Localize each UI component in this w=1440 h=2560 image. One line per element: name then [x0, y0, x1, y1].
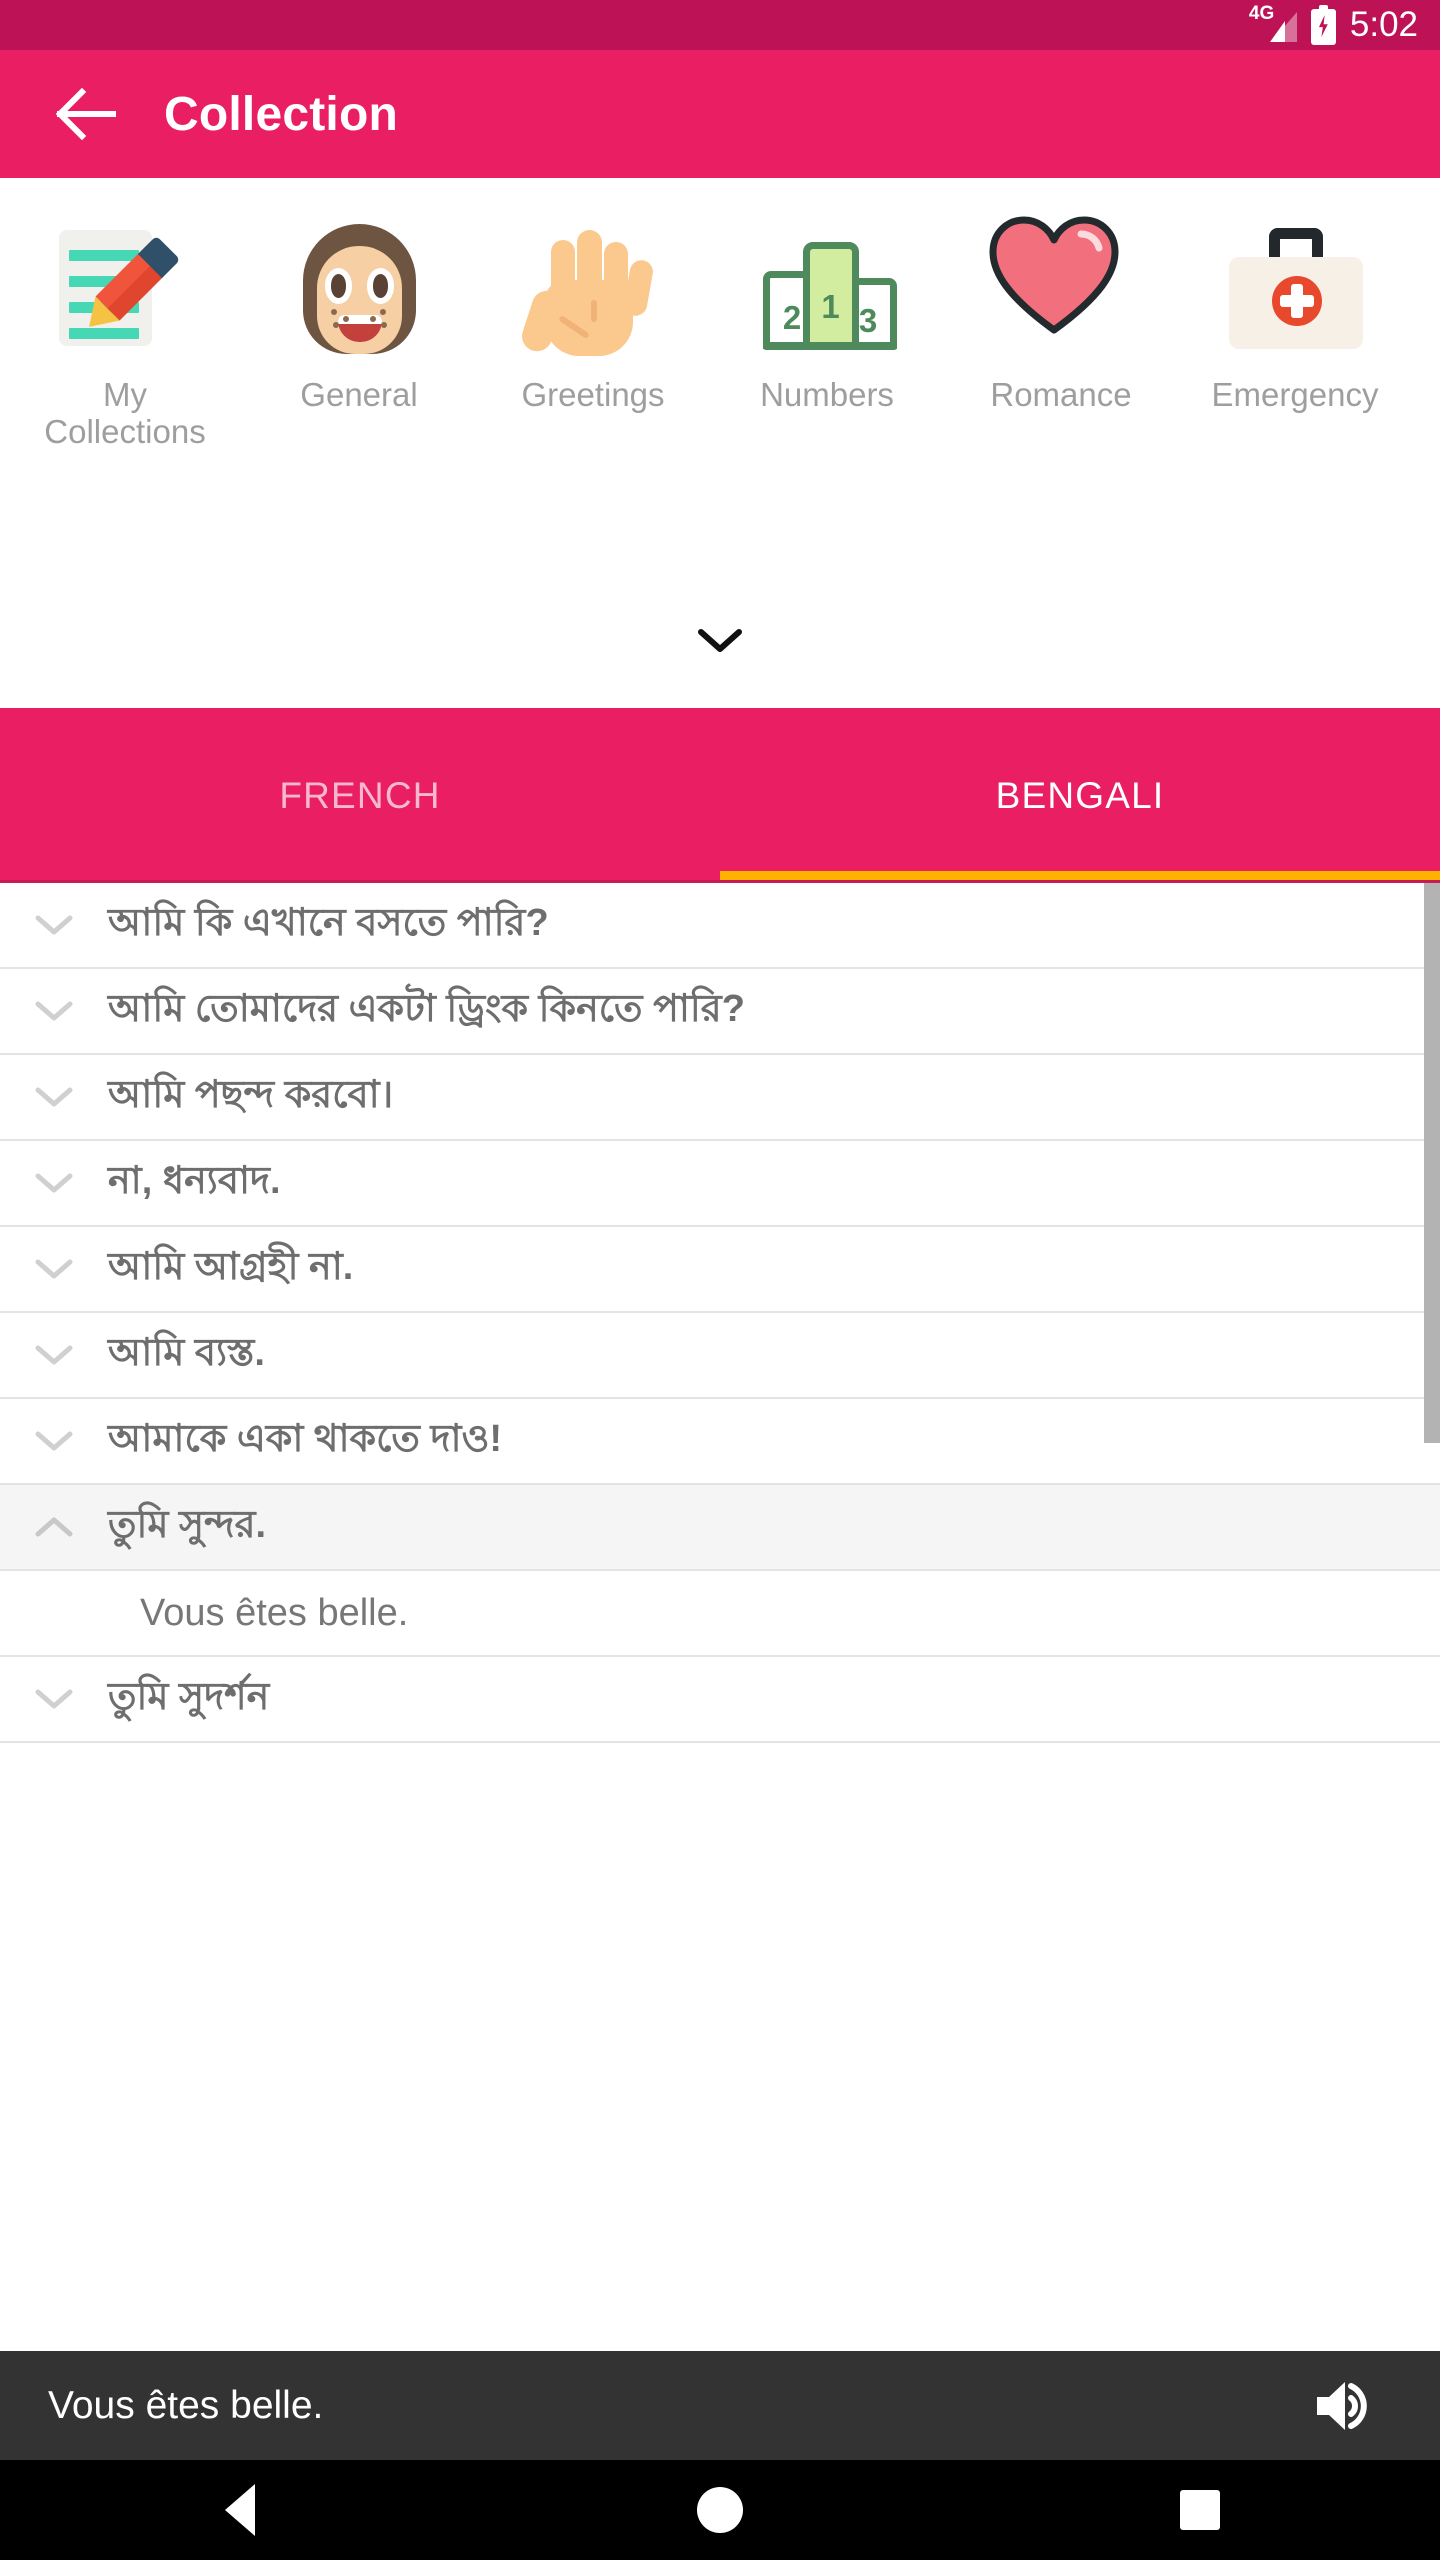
- phrase-text: আমি ব্যস্ত.: [108, 1332, 265, 1374]
- phrase-row[interactable]: আমি আগ্রহী না.: [0, 1227, 1440, 1313]
- phrase-text: আমি তোমাদের একটা ড্রিংক কিনতে পারি?: [108, 988, 745, 1030]
- chevron-down-icon: [698, 629, 742, 652]
- nav-recent-button[interactable]: [960, 2490, 1440, 2530]
- android-nav-bar: [0, 2460, 1440, 2560]
- playback-bar: Vous êtes belle.: [0, 2351, 1440, 2460]
- phrase-row[interactable]: আমি পছন্দ করবো।: [0, 1055, 1440, 1141]
- chevron-down-icon: [35, 1173, 73, 1193]
- category-strip: My Collections General Greetings 2 3 1 N…: [0, 178, 1440, 708]
- person-face-icon: [287, 216, 432, 361]
- status-bar: 4G 5:02: [0, 0, 1440, 50]
- phrase-text: আমাকে একা থাকতে দাও!: [108, 1418, 503, 1460]
- signal-bars-icon: 4G: [1249, 4, 1297, 44]
- expand-categories-button[interactable]: [0, 626, 1440, 654]
- category-label: Romance: [990, 376, 1132, 413]
- category-label: Emergency: [1211, 376, 1379, 413]
- app-screen: 4G 5:02 Collection My Collections Genera…: [0, 0, 1440, 2560]
- volume-up-icon: [1317, 2381, 1367, 2430]
- status-bar-clock: 5:02: [1349, 5, 1418, 44]
- tab-bengali[interactable]: BENGALI: [720, 708, 1440, 883]
- category-item-numbers[interactable]: 2 3 1 Numbers: [710, 178, 944, 414]
- category-item-emergency[interactable]: Emergency: [1178, 178, 1412, 414]
- waving-hand-icon: [517, 216, 666, 361]
- category-item-general[interactable]: General: [242, 178, 476, 414]
- chevron-down-icon: [35, 1259, 73, 1279]
- translation-text: Vous êtes belle.: [140, 1591, 409, 1634]
- chevron-down-icon: [35, 1001, 73, 1021]
- phrase-row[interactable]: আমি কি এখানে বসতে পারি?: [0, 883, 1440, 969]
- speak-button[interactable]: [1302, 2361, 1392, 2451]
- collapse-row-button[interactable]: [0, 1515, 108, 1539]
- chevron-down-icon: [35, 1431, 73, 1451]
- tab-active-indicator: [720, 871, 1440, 880]
- expand-row-button[interactable]: [0, 1429, 108, 1453]
- phrase-translation-row[interactable]: Vous êtes belle.: [0, 1571, 1440, 1657]
- status-bar-right: 4G 5:02: [1249, 4, 1418, 45]
- phrase-list[interactable]: আমি কি এখানে বসতে পারি? আমি তোমাদের একটা…: [0, 883, 1440, 2351]
- category-label: My Collections: [44, 376, 206, 450]
- first-aid-kit-icon: [1223, 216, 1368, 361]
- nav-back-button[interactable]: [0, 2484, 480, 2536]
- category-item-romance[interactable]: Romance: [944, 178, 1178, 414]
- phrase-row[interactable]: আমি তোমাদের একটা ড্রিংক কিনতে পারি?: [0, 969, 1440, 1055]
- nav-back-triangle-icon: [225, 2484, 255, 2536]
- expand-row-button[interactable]: [0, 1085, 108, 1109]
- playback-text: Vous êtes belle.: [48, 2383, 324, 2427]
- nav-recent-square-icon: [1180, 2490, 1220, 2530]
- phrase-text: আমি আগ্রহী না.: [108, 1246, 354, 1288]
- expand-row-button[interactable]: [0, 1343, 108, 1367]
- notes-pencil-icon: [53, 216, 198, 361]
- phrase-row[interactable]: আমি ব্যস্ত.: [0, 1313, 1440, 1399]
- phrase-text: তুমি সুদর্শন: [108, 1676, 270, 1718]
- expand-row-button[interactable]: [0, 999, 108, 1023]
- expand-row-button[interactable]: [0, 1257, 108, 1281]
- nav-home-button[interactable]: [480, 2487, 960, 2533]
- expand-row-button[interactable]: [0, 1687, 108, 1711]
- chevron-down-icon: [35, 1345, 73, 1365]
- page-title: Collection: [164, 87, 399, 141]
- chevron-down-icon: [35, 1689, 73, 1709]
- phrase-row[interactable]: না, ধন্যবাদ.: [0, 1141, 1440, 1227]
- category-row: My Collections General Greetings 2 3 1 N…: [0, 178, 1440, 451]
- signal-bars-filled: [1269, 21, 1285, 42]
- app-bar: Collection: [0, 50, 1440, 178]
- expand-row-button[interactable]: [0, 913, 108, 937]
- category-item-my-collections[interactable]: My Collections: [8, 178, 242, 451]
- language-tabs: FRENCH BENGALI: [0, 708, 1440, 883]
- category-label: Numbers: [760, 376, 894, 413]
- expand-row-button[interactable]: [0, 1171, 108, 1195]
- podium-123-icon: 2 3 1: [755, 216, 900, 361]
- tab-french[interactable]: FRENCH: [0, 708, 720, 883]
- list-scrollbar[interactable]: [1424, 883, 1440, 2351]
- phrase-text: তুমি সুন্দর.: [108, 1504, 267, 1546]
- battery-charging-icon: [1310, 5, 1336, 45]
- phrase-text: না, ধন্যবাদ.: [108, 1160, 281, 1202]
- chevron-up-icon: [35, 1517, 73, 1537]
- category-label: General: [300, 376, 418, 413]
- phrase-text: আমি পছন্দ করবো।: [108, 1074, 394, 1116]
- chevron-down-icon: [35, 915, 73, 935]
- phrase-row[interactable]: আমাকে একা থাকতে দাও!: [0, 1399, 1440, 1485]
- back-button[interactable]: [36, 64, 136, 164]
- back-arrow-icon: [56, 88, 116, 140]
- category-label: Greetings: [521, 376, 665, 413]
- scrollbar-thumb[interactable]: [1424, 883, 1440, 1443]
- category-item-greetings[interactable]: Greetings: [476, 178, 710, 414]
- heart-icon: [989, 216, 1134, 361]
- chevron-down-icon: [35, 1087, 73, 1107]
- nav-home-circle-icon: [697, 2487, 743, 2533]
- phrase-row[interactable]: তুমি সুদর্শন: [0, 1657, 1440, 1743]
- phrase-row-expanded[interactable]: তুমি সুন্দর.: [0, 1485, 1440, 1571]
- phrase-text: আমি কি এখানে বসতে পারি?: [108, 902, 549, 944]
